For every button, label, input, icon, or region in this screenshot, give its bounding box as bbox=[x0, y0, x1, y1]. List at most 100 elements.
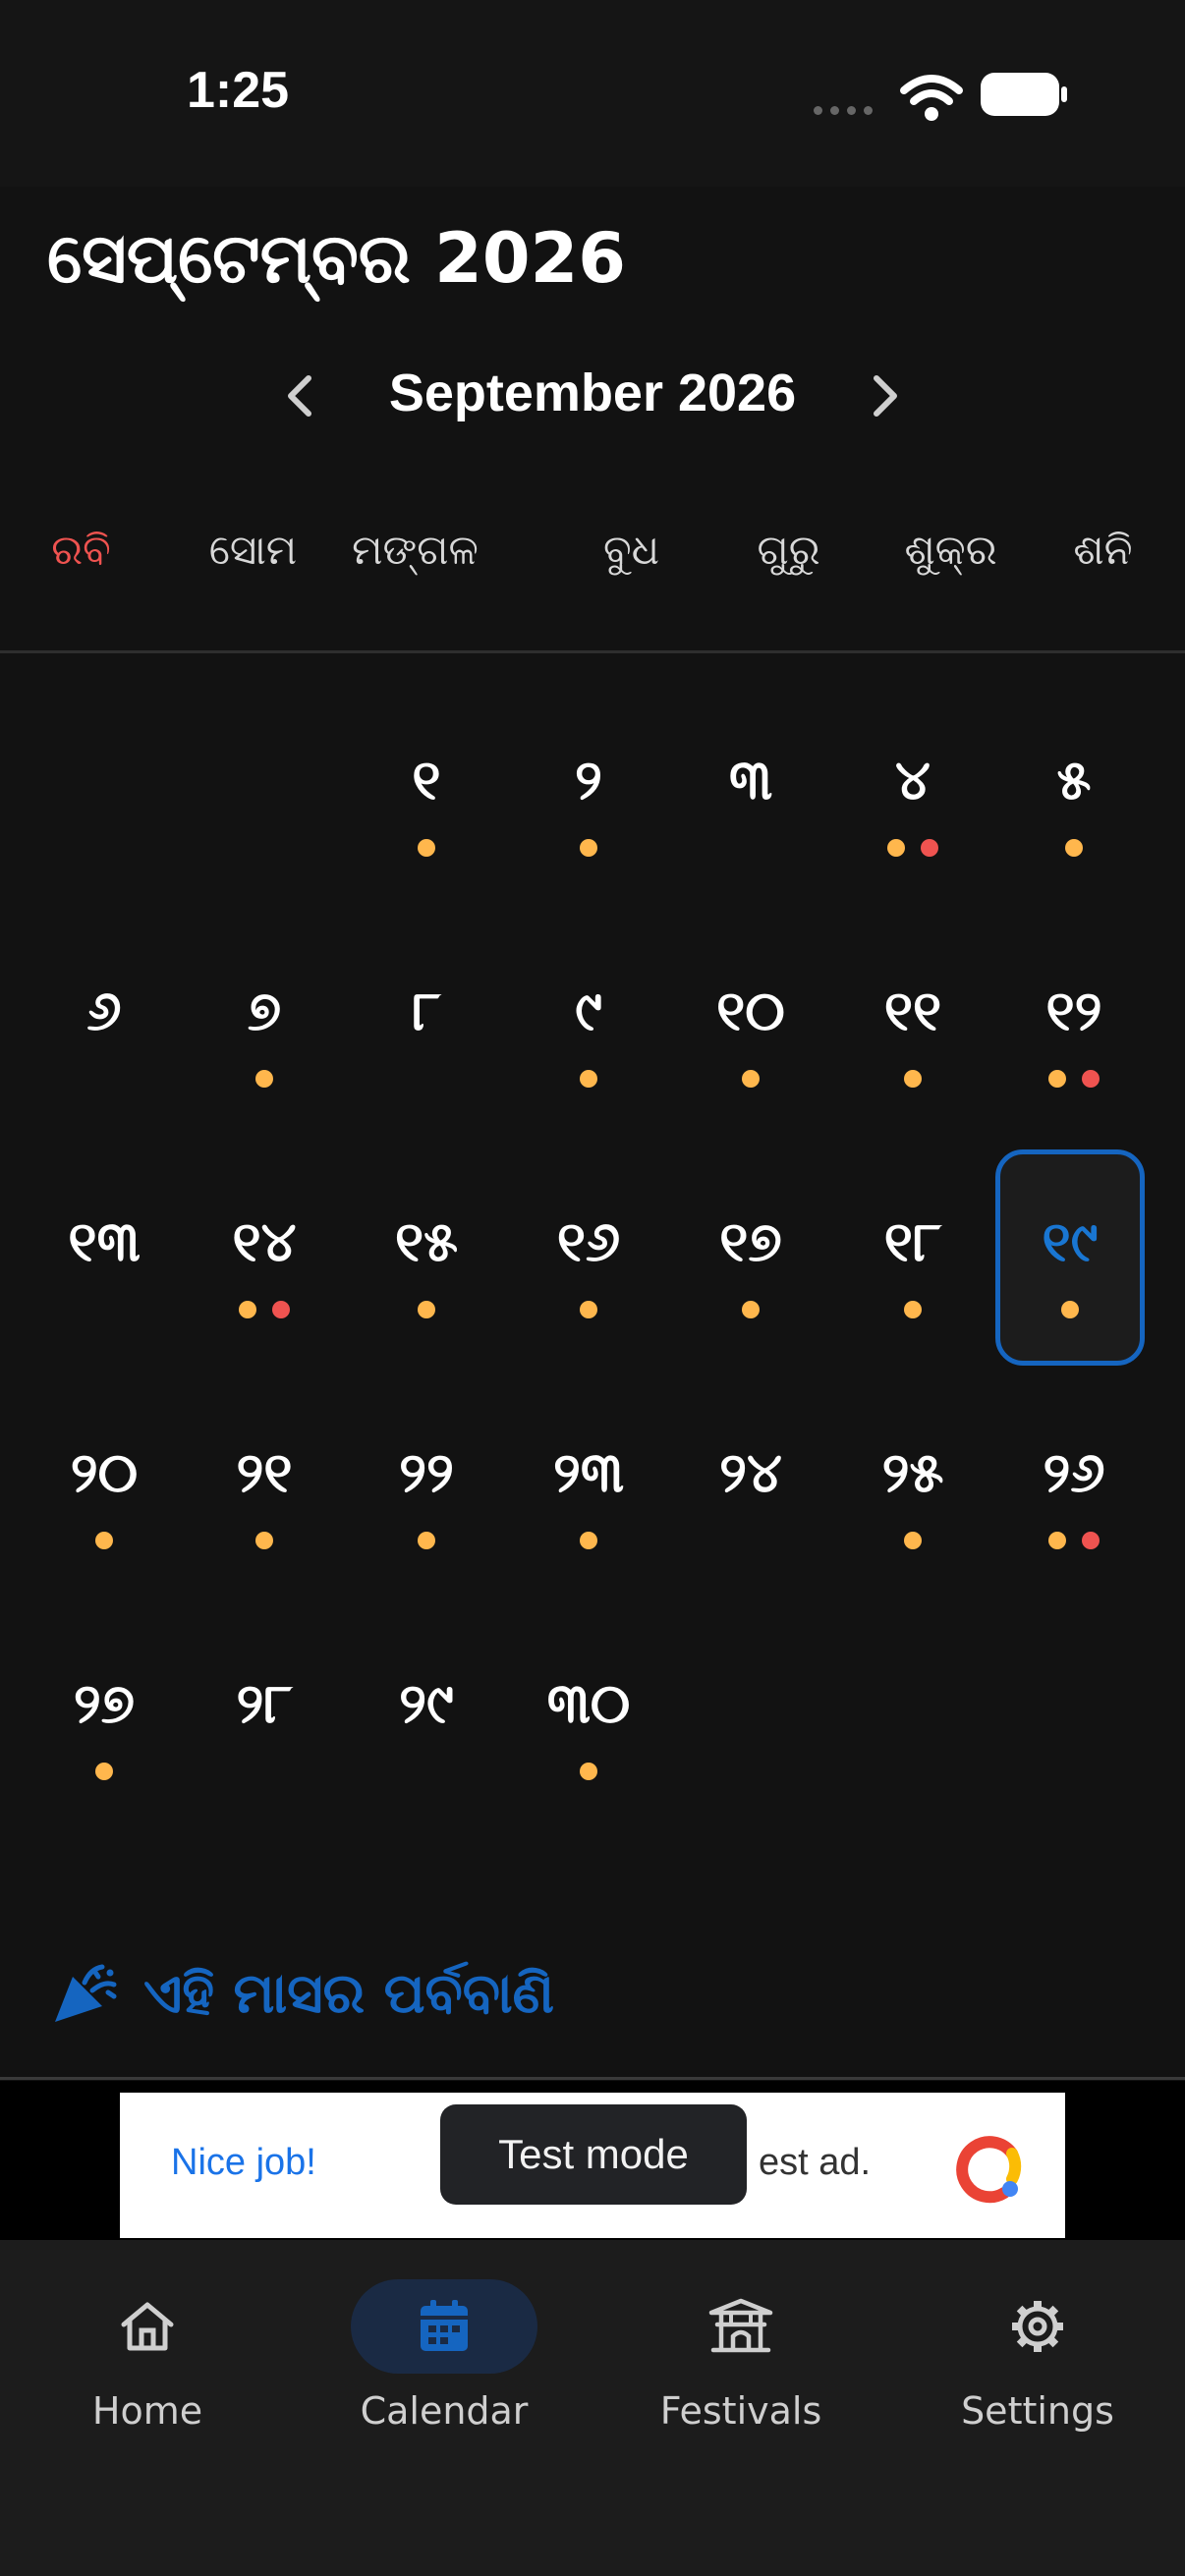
event-indicators bbox=[676, 1301, 825, 1318]
next-month-button[interactable] bbox=[851, 362, 920, 430]
event-indicators bbox=[999, 839, 1149, 857]
day-number: ୨ bbox=[575, 749, 602, 812]
event-dot bbox=[580, 1301, 597, 1318]
event-dot bbox=[1048, 1532, 1066, 1549]
event-dot bbox=[418, 1301, 435, 1318]
day-number: ୧୦ bbox=[716, 980, 785, 1043]
nav-calendar[interactable]: Calendar bbox=[326, 2279, 562, 2476]
event-dot bbox=[904, 1301, 922, 1318]
day-number: ୧ bbox=[412, 749, 441, 812]
day-number: ୨୧ bbox=[236, 1441, 293, 1505]
status-bar: 1:25 bbox=[0, 0, 1185, 187]
day-number: ୭ bbox=[247, 980, 282, 1043]
event-dot bbox=[580, 1070, 597, 1088]
calendar-day[interactable]: ୨୦ bbox=[29, 1380, 179, 1596]
calendar-day[interactable]: ୨୬ bbox=[999, 1380, 1149, 1596]
calendar-day[interactable]: ୨୮ bbox=[190, 1611, 339, 1827]
home-icon bbox=[121, 2302, 174, 2351]
event-indicators bbox=[29, 1532, 179, 1549]
calendar-day[interactable]: ୨୪ bbox=[676, 1380, 825, 1596]
calendar-icon bbox=[421, 2300, 468, 2351]
calendar-day[interactable]: ୨୫ bbox=[838, 1380, 988, 1596]
nav-home[interactable]: Home bbox=[29, 2279, 265, 2476]
test-mode-toast: Test mode bbox=[440, 2104, 747, 2205]
nav-festivals[interactable]: Festivals bbox=[623, 2279, 859, 2476]
day-number: ୨୩ bbox=[553, 1441, 624, 1505]
event-indicators bbox=[190, 1070, 339, 1088]
event-indicators bbox=[514, 1070, 663, 1088]
ad-headline: Nice job! bbox=[171, 2142, 316, 2183]
day-number: ୧୪ bbox=[232, 1210, 297, 1274]
calendar-day[interactable]: ୨୨ bbox=[352, 1380, 501, 1596]
calendar-day[interactable]: ୧୫ bbox=[352, 1149, 501, 1366]
calendar-day[interactable]: ୫ bbox=[999, 688, 1149, 904]
event-indicators bbox=[190, 1301, 339, 1318]
event-dot bbox=[580, 1763, 597, 1780]
event-indicators bbox=[999, 1532, 1149, 1549]
calendar-day[interactable]: ୧୨ bbox=[999, 919, 1149, 1135]
calendar-day[interactable]: ୨୩ bbox=[514, 1380, 663, 1596]
weekday-monday: ସୋମ bbox=[208, 526, 298, 574]
event-indicators bbox=[514, 1301, 663, 1318]
day-number: ୮ bbox=[412, 980, 441, 1043]
day-number: ୯ bbox=[575, 980, 602, 1043]
day-number: ୨୨ bbox=[399, 1441, 454, 1505]
calendar-day[interactable]: ୬ bbox=[29, 919, 179, 1135]
calendar-day[interactable]: ୭ bbox=[190, 919, 339, 1135]
nav-label: Calendar bbox=[360, 2389, 529, 2433]
weekday-tuesday: ମଙ୍ଗଳ bbox=[352, 526, 479, 574]
event-dot bbox=[239, 1301, 256, 1318]
day-number: ୧୧ bbox=[883, 980, 942, 1043]
weekday-sunday: ରବି bbox=[51, 526, 111, 574]
event-dot bbox=[95, 1532, 113, 1549]
calendar-day[interactable]: ୨୭ bbox=[29, 1611, 179, 1827]
calendar-day[interactable]: ୮ bbox=[352, 919, 501, 1135]
month-navigator: September 2026 bbox=[0, 354, 1185, 432]
weekday-wednesday: ବୁଧ bbox=[602, 526, 660, 574]
calendar-day[interactable]: ୧୮ bbox=[838, 1149, 988, 1366]
day-number: ୩ bbox=[728, 749, 773, 812]
holiday-dot bbox=[272, 1301, 290, 1318]
event-indicators bbox=[514, 1763, 663, 1780]
event-dot bbox=[418, 839, 435, 857]
wifi-icon bbox=[900, 75, 963, 121]
calendar-day[interactable]: ୧୦ bbox=[676, 919, 825, 1135]
event-indicators bbox=[838, 839, 988, 857]
event-dot bbox=[887, 839, 905, 857]
event-dot bbox=[742, 1070, 760, 1088]
month-label: September 2026 bbox=[388, 364, 797, 422]
calendar-day-selected[interactable]: ୧୯ bbox=[995, 1149, 1145, 1366]
day-number: ୨୯ bbox=[399, 1672, 454, 1736]
day-number: ୨୬ bbox=[1043, 1441, 1105, 1505]
calendar-day[interactable]: ୨ bbox=[514, 688, 663, 904]
calendar-day[interactable]: ୧୬ bbox=[514, 1149, 663, 1366]
previous-month-button[interactable] bbox=[265, 362, 334, 430]
day-number: ୫ bbox=[1056, 749, 1092, 812]
day-number: ୨୪ bbox=[719, 1441, 782, 1505]
status-time: 1:25 bbox=[187, 62, 290, 119]
calendar-day[interactable]: ୧ bbox=[352, 688, 501, 904]
calendar-day[interactable]: ୩ bbox=[676, 688, 825, 904]
calendar-grid: ୧ ୨ ୩ ୪ ୫ ୬ ୭ ୮ ୯ ୧୦ ୧୧ ୧୨ ୧୩ ୧୪ ୧୫ ୧୬ ୧୭ ୧୮ ୧୯ ୨୦ ୨୧ ୨୨ ୨୩ ୨୪ ୨… bbox=[0, 688, 1185, 1847]
calendar-day[interactable]: ୨୧ bbox=[190, 1380, 339, 1596]
calendar-day[interactable]: ୧୭ bbox=[676, 1149, 825, 1366]
calendar-day[interactable]: ୧୪ bbox=[190, 1149, 339, 1366]
calendar-day[interactable]: ୯ bbox=[514, 919, 663, 1135]
ad-body-text: est ad. bbox=[759, 2142, 872, 2183]
nav-settings[interactable]: Settings bbox=[920, 2279, 1156, 2476]
event-dot bbox=[580, 839, 597, 857]
day-number: ୧୫ bbox=[394, 1210, 459, 1274]
calendar-day[interactable]: ୩୦ bbox=[514, 1611, 663, 1827]
event-dot bbox=[904, 1532, 922, 1549]
calendar-day[interactable]: ୨୯ bbox=[352, 1611, 501, 1827]
calendar-day[interactable]: ୪ bbox=[838, 688, 988, 904]
chevron-right-icon bbox=[874, 375, 897, 417]
holiday-dot bbox=[1082, 1070, 1100, 1088]
event-indicators bbox=[29, 1763, 179, 1780]
day-number: ୨୮ bbox=[236, 1672, 293, 1736]
calendar-day[interactable]: ୧୧ bbox=[838, 919, 988, 1135]
event-indicators bbox=[514, 839, 663, 857]
day-number: ୧୭ bbox=[719, 1210, 782, 1274]
holiday-dot bbox=[921, 839, 938, 857]
calendar-day[interactable]: ୧୩ bbox=[29, 1149, 179, 1366]
